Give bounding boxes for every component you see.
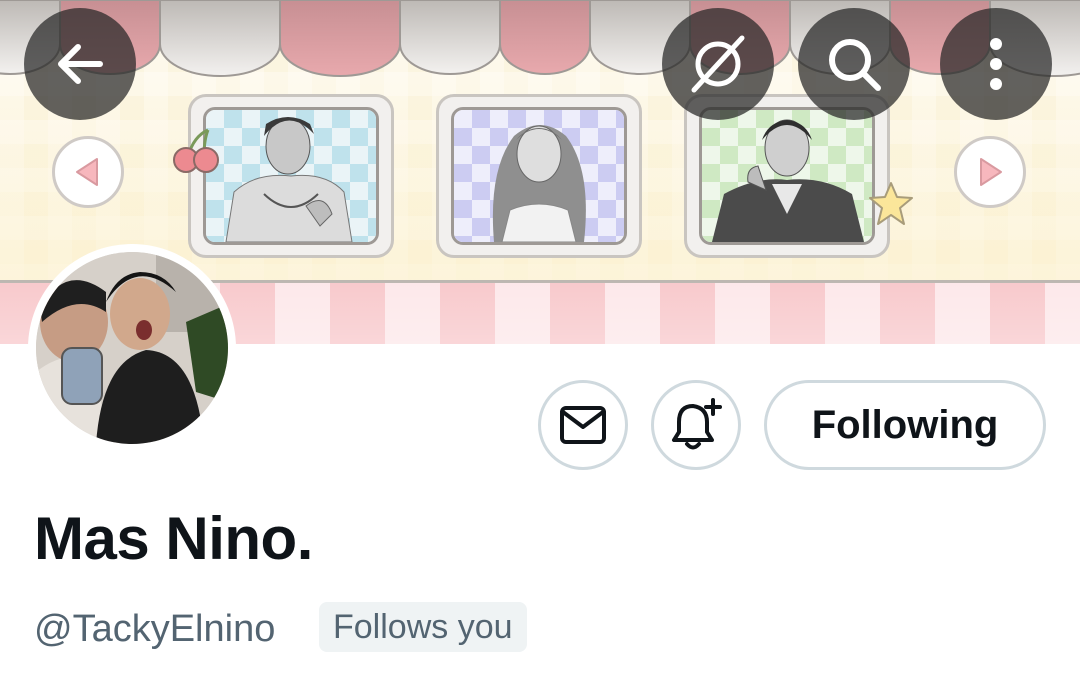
search-icon xyxy=(829,39,881,91)
triangle-right-icon xyxy=(980,158,1002,186)
cherry-icon xyxy=(173,128,219,173)
member-photo-1 xyxy=(225,117,353,242)
more-vertical-icon xyxy=(990,38,1002,90)
avatar[interactable] xyxy=(36,252,228,444)
triangle-left-icon xyxy=(76,158,98,186)
search-button[interactable] xyxy=(798,8,910,120)
envelope-icon xyxy=(560,406,606,444)
notifications-button[interactable] xyxy=(651,380,741,470)
grok-icon xyxy=(691,35,745,93)
following-button[interactable]: Following xyxy=(764,380,1046,470)
grok-button[interactable] xyxy=(662,8,774,120)
banner-prev-button[interactable] xyxy=(52,136,124,208)
message-button[interactable] xyxy=(538,380,628,470)
arrow-left-icon xyxy=(58,44,103,84)
follows-you-badge: Follows you xyxy=(319,602,527,652)
back-button[interactable] xyxy=(24,8,136,120)
banner-photo-frame-2 xyxy=(436,94,642,258)
member-photo-3 xyxy=(712,119,864,242)
more-options-button[interactable] xyxy=(940,8,1052,120)
banner-photo-frame-1 xyxy=(188,94,394,258)
awning xyxy=(0,0,1080,77)
banner-next-button[interactable] xyxy=(954,136,1026,208)
bell-plus-icon xyxy=(672,398,722,450)
display-name: Mas Nino. xyxy=(34,505,313,572)
user-handle: @TackyElnino xyxy=(34,608,276,650)
star-icon xyxy=(869,182,913,225)
avatar-image xyxy=(36,252,228,444)
member-photo-2 xyxy=(492,125,586,242)
